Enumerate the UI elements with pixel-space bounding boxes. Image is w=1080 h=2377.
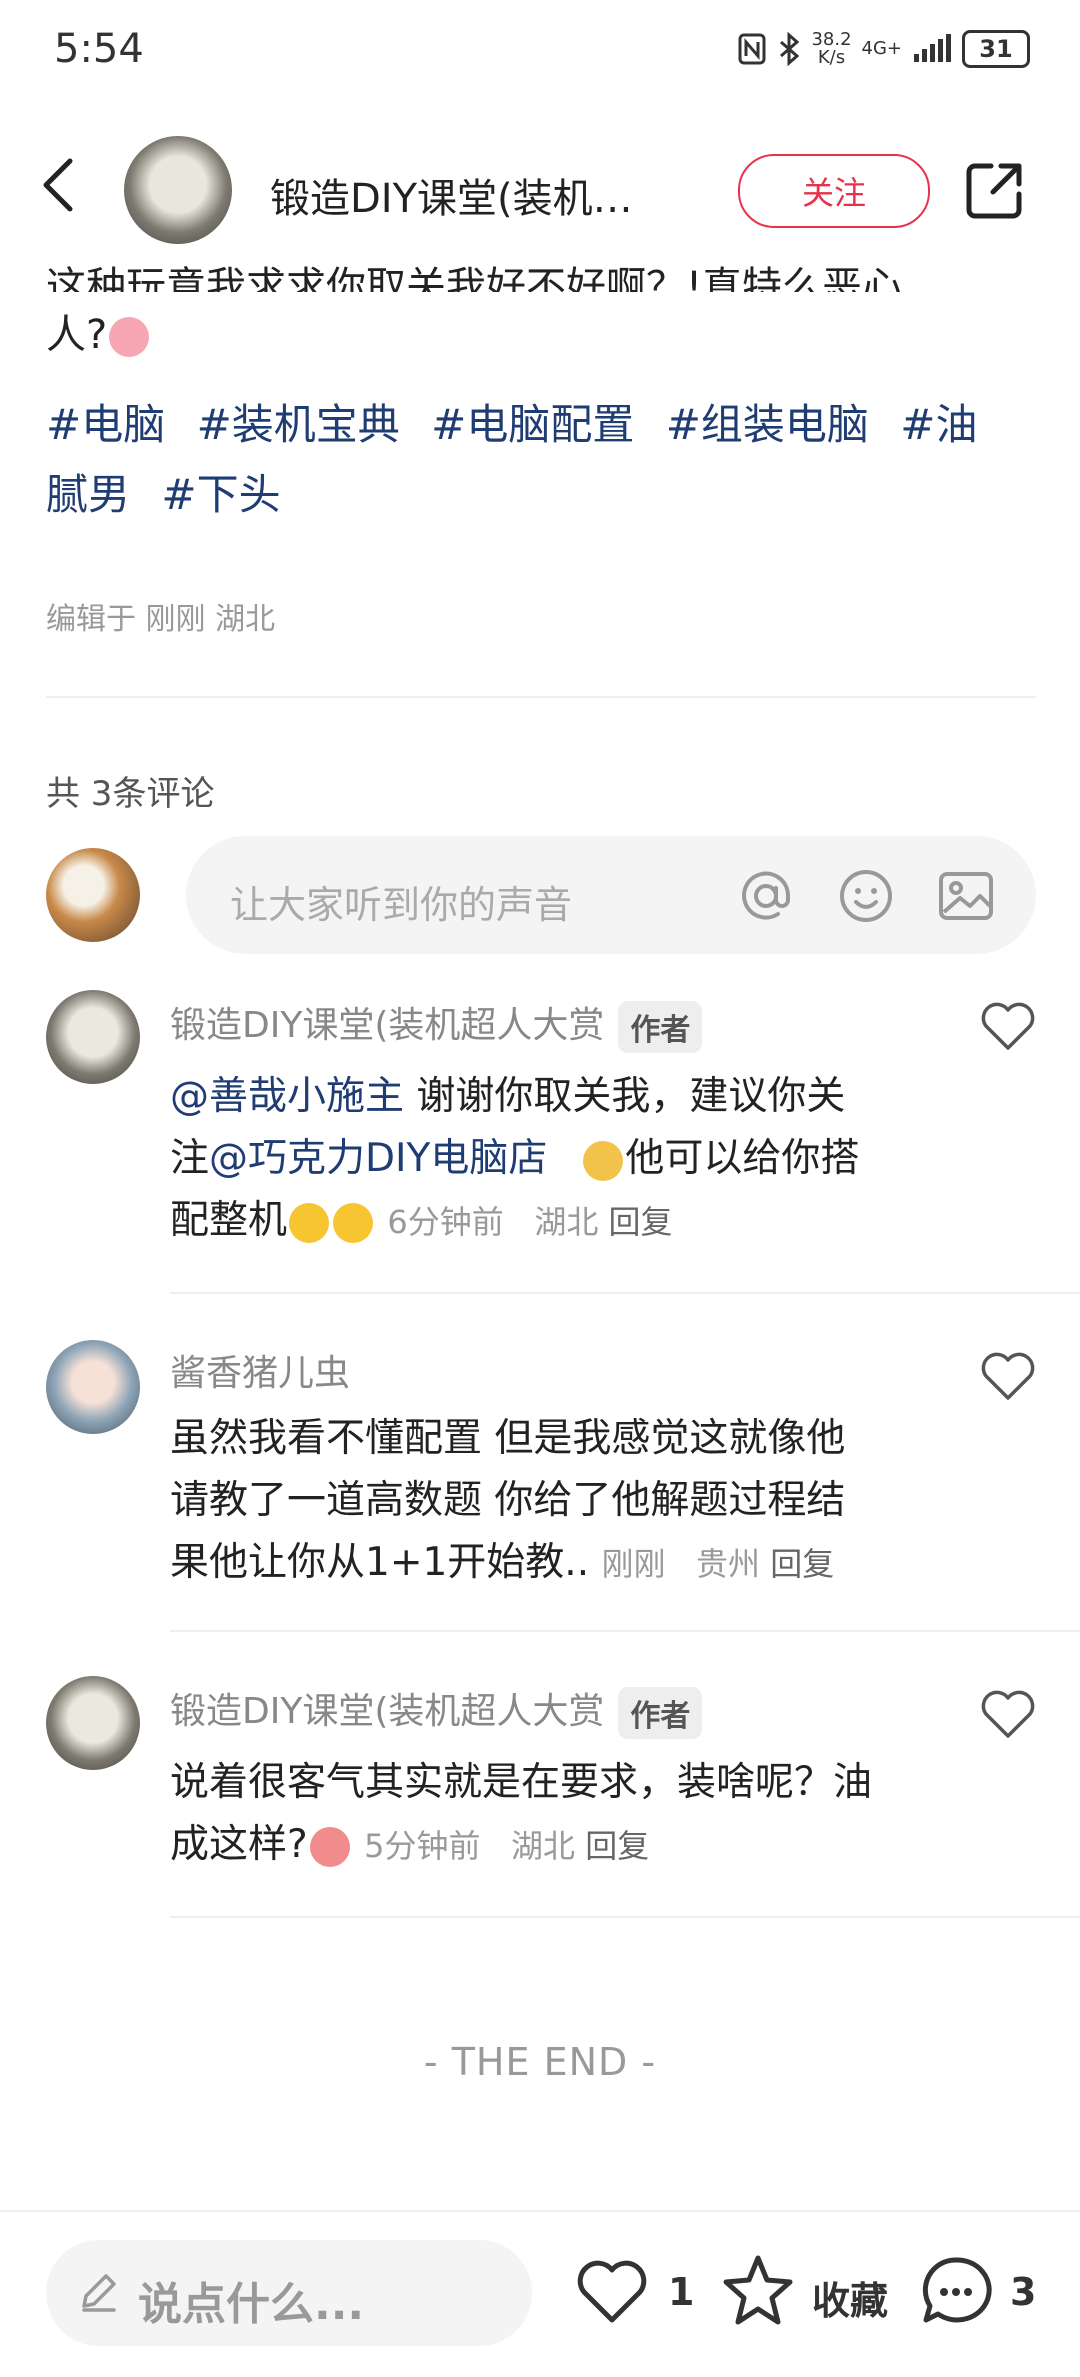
comment-text[interactable]: 虽然我看不懂配置 但是我感觉这就像他 请教了一道高数题 你给了他解题过程结 果他… (170, 1408, 950, 1595)
divider (170, 1292, 1080, 1294)
follow-button[interactable]: 关注 (738, 154, 930, 228)
commenter-name[interactable]: 锻造DIY课堂(装机超人大赏 作者 (170, 996, 703, 1053)
say-something-placeholder: 说点什么... (138, 2279, 365, 2330)
comment-meta: 6分钟前 湖北 回复 (387, 1203, 673, 1241)
tag-link[interactable]: #电脑 (46, 400, 165, 449)
divider (170, 1630, 1080, 1632)
bluetooth-icon (780, 32, 800, 66)
pen-icon (82, 2274, 116, 2312)
commenter-avatar[interactable] (46, 1340, 140, 1434)
like-count: 1 (668, 2270, 695, 2314)
comment-input-placeholder: 让大家听到你的声音 (230, 883, 573, 927)
divider (170, 1916, 1080, 1918)
comment-icon[interactable] (918, 2254, 994, 2330)
status-icons: 38.2 K/s 4G+ 31 (737, 30, 1030, 68)
mention-icon[interactable] (736, 866, 796, 926)
commenter-avatar[interactable] (46, 1676, 140, 1770)
comment-meta: 5分钟前 湖北 回复 (364, 1827, 650, 1865)
signal-icon (914, 34, 951, 62)
comment-total: 3 (1010, 2270, 1037, 2314)
tag-link[interactable]: #下头 (161, 470, 280, 519)
star-icon[interactable] (720, 2252, 796, 2328)
nfc-icon (738, 33, 766, 65)
emoji-picker-icon[interactable] (836, 866, 896, 926)
tag-link[interactable]: #组装电脑 (666, 400, 869, 449)
tag-link[interactable]: #油 (900, 400, 977, 449)
author-name[interactable]: 锻造DIY课堂(装机… (270, 166, 633, 224)
mention-link[interactable]: @善哉小施主 (170, 1074, 404, 1119)
net-speed: 38.2 K/s (811, 29, 852, 68)
comment-input[interactable]: 让大家听到你的声音 (186, 836, 1036, 954)
reply-button[interactable]: 回复 (609, 1203, 673, 1241)
status-time: 5:54 (54, 26, 144, 72)
like-comment-icon[interactable] (980, 1688, 1036, 1740)
like-comment-icon[interactable] (980, 1350, 1036, 1402)
comment-text[interactable]: 说着很客气其实就是在要求，装啥呢？油 成这样? 5分钟前 湖北 回复 (170, 1752, 950, 1877)
back-icon[interactable] (38, 155, 78, 215)
post-text: 人? (46, 300, 1036, 370)
reply-button[interactable]: 回复 (770, 1545, 834, 1583)
edited-info: 编辑于 刚刚 湖北 (46, 602, 276, 637)
reply-button[interactable]: 回复 (585, 1827, 649, 1865)
emoji-icon (289, 1202, 330, 1243)
network-type: 4G+ (861, 38, 902, 59)
tag-link[interactable]: 腻男 (46, 470, 130, 519)
post-text-cut: 这种玩意我求求你取关我好不好啊？!真特么恶心 (46, 264, 903, 292)
like-comment-icon[interactable] (980, 1000, 1036, 1052)
my-avatar (46, 848, 140, 942)
commenter-avatar[interactable] (46, 990, 140, 1084)
image-icon[interactable] (936, 866, 996, 926)
author-avatar[interactable] (124, 136, 232, 244)
mention-link[interactable]: @巧克力DIY电脑店 (209, 1136, 547, 1181)
battery-indicator: 31 (962, 30, 1030, 68)
tag-link[interactable]: #装机宝典 (197, 400, 400, 449)
commenter-name[interactable]: 酱香猪儿虫 (170, 1344, 350, 1396)
end-marker: - THE END - (423, 2040, 657, 2084)
like-icon[interactable] (574, 2254, 650, 2330)
emoji-icon (333, 1202, 374, 1243)
post-tags: #电脑 #装机宝典 #电脑配置 #组装电脑 #油 腻男 #下头 (46, 390, 1036, 530)
author-badge: 作者 (618, 1001, 703, 1053)
commenter-name[interactable]: 锻造DIY课堂(装机超人大赏 作者 (170, 1682, 703, 1739)
comment-count: 共 3条评论 (46, 774, 215, 814)
divider (46, 696, 1036, 698)
author-badge: 作者 (618, 1687, 703, 1739)
emoji-icon (109, 317, 150, 357)
comment-text[interactable]: @善哉小施主 谢谢你取关我，建议你关 注@巧克力DIY电脑店 他可以给你搭 配整机… (170, 1066, 950, 1253)
emoji-icon (583, 1140, 624, 1181)
share-icon[interactable] (965, 160, 1025, 220)
say-something-input[interactable]: 说点什么... (46, 2240, 532, 2346)
collect-label[interactable]: 收藏 (812, 2270, 888, 2325)
tag-link[interactable]: #电脑配置 (431, 400, 634, 449)
comment-meta: 刚刚 贵州 回复 (601, 1545, 835, 1583)
emoji-icon (309, 1826, 350, 1867)
